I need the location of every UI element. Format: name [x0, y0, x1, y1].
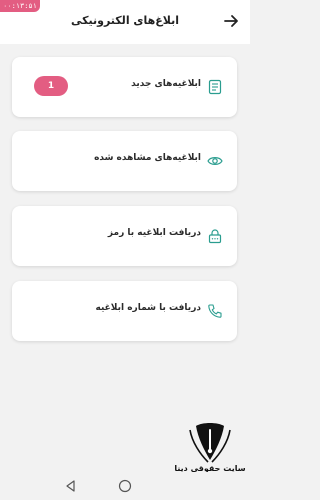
card-viewed-notices[interactable]: ابلاغیه‌های مشاهده شده — [12, 131, 237, 191]
page-title: ابلاغ‌های الکترونیکی — [70, 14, 180, 27]
document-icon — [208, 79, 222, 95]
pen-nib-logo-icon — [189, 423, 231, 463]
phone-icon — [208, 304, 222, 318]
lock-icon — [208, 229, 222, 244]
back-arrow-icon[interactable] — [222, 12, 240, 30]
new-count-badge: 1 — [34, 76, 68, 96]
card-label: دریافت با شماره ابلاغیه — [95, 303, 201, 313]
card-notice-by-password[interactable]: دریافت ابلاغیه با رمز — [12, 206, 237, 266]
card-label: ابلاغیه‌های جدید — [131, 79, 201, 89]
status-time-chip: ۰۰:۱۳:۵۱ — [0, 0, 40, 12]
eye-icon — [207, 157, 223, 165]
nav-home-icon[interactable] — [118, 479, 132, 493]
system-nav-bar — [0, 472, 250, 500]
nav-back-icon[interactable] — [64, 479, 78, 493]
card-notice-by-number[interactable]: دریافت با شماره ابلاغیه — [12, 281, 237, 341]
card-label: دریافت ابلاغیه با رمز — [107, 228, 201, 238]
card-new-notices[interactable]: ابلاغیه‌های جدید 1 — [12, 57, 237, 117]
card-label: ابلاغیه‌های مشاهده شده — [94, 153, 201, 163]
